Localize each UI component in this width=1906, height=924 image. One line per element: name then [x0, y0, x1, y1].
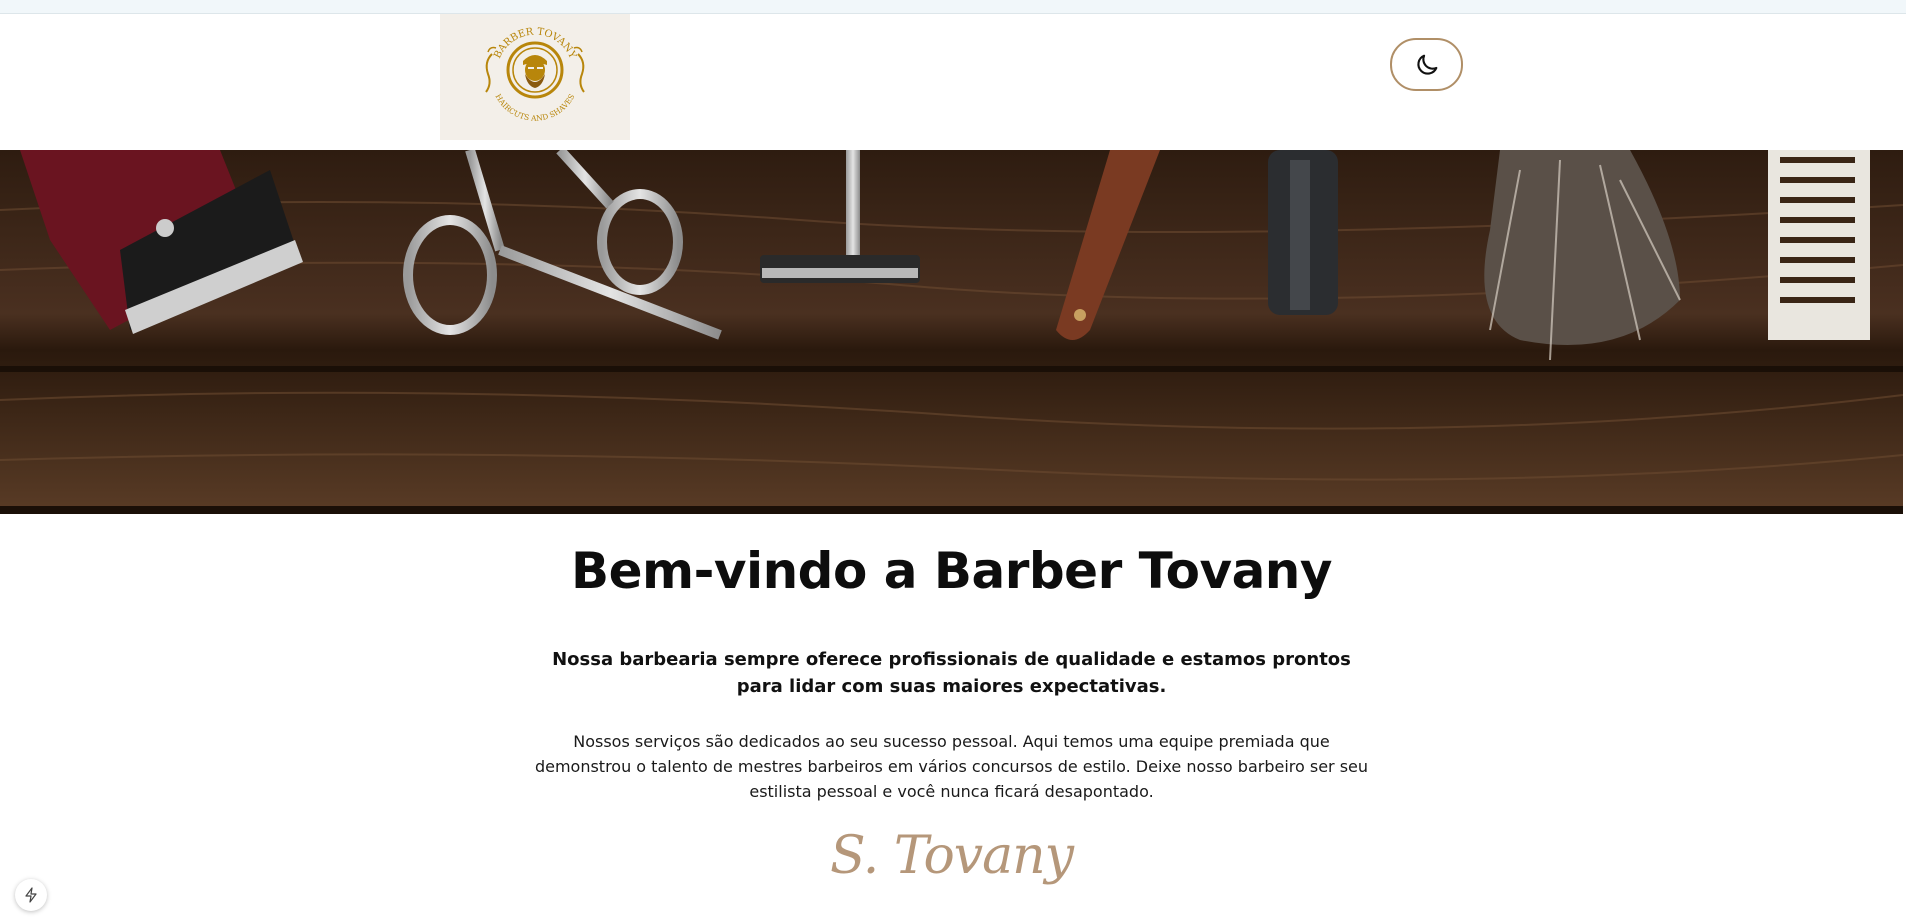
theme-toggle-button[interactable]	[1390, 38, 1463, 91]
hero-banner	[0, 150, 1903, 514]
moon-icon	[1416, 54, 1437, 75]
site-logo[interactable]: BARBER TOVANY HAIRCUTS AND SHAVES	[440, 14, 630, 140]
browser-top-strip	[0, 0, 1906, 14]
welcome-title: Bem-vindo a Barber Tovany	[570, 542, 1333, 600]
lightning-icon	[25, 887, 37, 903]
welcome-lead: Nossa barbearia sempre oferece profissio…	[552, 649, 1351, 697]
owner-signature: S. Tovany	[829, 826, 1074, 886]
site-header: BARBER TOVANY HAIRCUTS AND SHAVES	[0, 14, 1906, 150]
floating-action-button[interactable]	[15, 879, 47, 911]
welcome-body: Nossos serviços são dedicados ao seu suc…	[534, 732, 1369, 801]
logo-emblem: BARBER TOVANY HAIRCUTS AND SHAVES	[485, 27, 585, 123]
barber-tools-image	[0, 150, 1903, 514]
